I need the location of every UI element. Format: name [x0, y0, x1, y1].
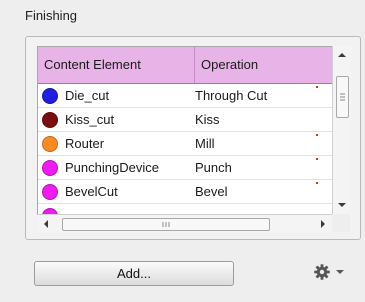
table-row[interactable]: PunchingDevice Punch — [38, 156, 333, 180]
horizontal-scroll-thumb[interactable] — [62, 218, 270, 231]
content-element-name: Router — [65, 136, 105, 151]
operation-name: Through Cut — [195, 88, 268, 103]
content-element-table: Content Element Operation Die_cut Throug… — [37, 46, 334, 228]
scroll-up-arrow[interactable] — [333, 46, 351, 64]
scroll-right-arrow[interactable] — [314, 215, 332, 233]
table-row[interactable]: Router Mill — [38, 132, 333, 156]
table-row[interactable]: Die_cut Through Cut — [38, 84, 333, 108]
content-element-name: BevelCut — [65, 184, 118, 199]
caret-down-icon — [336, 268, 344, 276]
content-element-name: Die_cut — [65, 88, 110, 103]
table-row[interactable]: Kiss_cut Kiss — [38, 108, 333, 132]
operation-name: Mill — [195, 136, 215, 151]
scrollbar-corner — [332, 214, 350, 232]
scroll-left-arrow[interactable] — [37, 215, 55, 233]
panel-title: Finishing — [25, 8, 78, 23]
color-swatch — [42, 136, 58, 152]
color-swatch — [42, 184, 58, 200]
table-header: Content Element Operation — [38, 47, 333, 84]
gear-icon — [312, 262, 332, 282]
row-marker — [316, 158, 318, 160]
color-swatch — [42, 88, 58, 104]
row-marker — [316, 134, 318, 136]
horizontal-scrollbar[interactable] — [37, 214, 332, 233]
operation-name: Punch — [195, 160, 232, 175]
settings-menu-button[interactable] — [312, 262, 348, 282]
operation-name: Kiss — [195, 112, 220, 127]
scroll-down-arrow[interactable] — [333, 196, 351, 214]
content-element-name: PunchingDevice — [65, 160, 159, 175]
header-operation[interactable]: Operation — [195, 47, 258, 83]
vertical-scroll-thumb[interactable] — [336, 76, 349, 118]
row-marker — [316, 86, 318, 88]
table-row[interactable]: BevelCut Bevel — [38, 180, 333, 204]
vertical-scrollbar[interactable] — [332, 46, 351, 214]
operation-name: Bevel — [195, 184, 228, 199]
color-swatch — [42, 160, 58, 176]
header-content-element[interactable]: Content Element — [44, 47, 141, 83]
color-swatch — [42, 112, 58, 128]
add-button[interactable]: Add... — [34, 261, 234, 286]
content-element-name: Kiss_cut — [65, 112, 115, 127]
row-marker — [316, 182, 318, 184]
